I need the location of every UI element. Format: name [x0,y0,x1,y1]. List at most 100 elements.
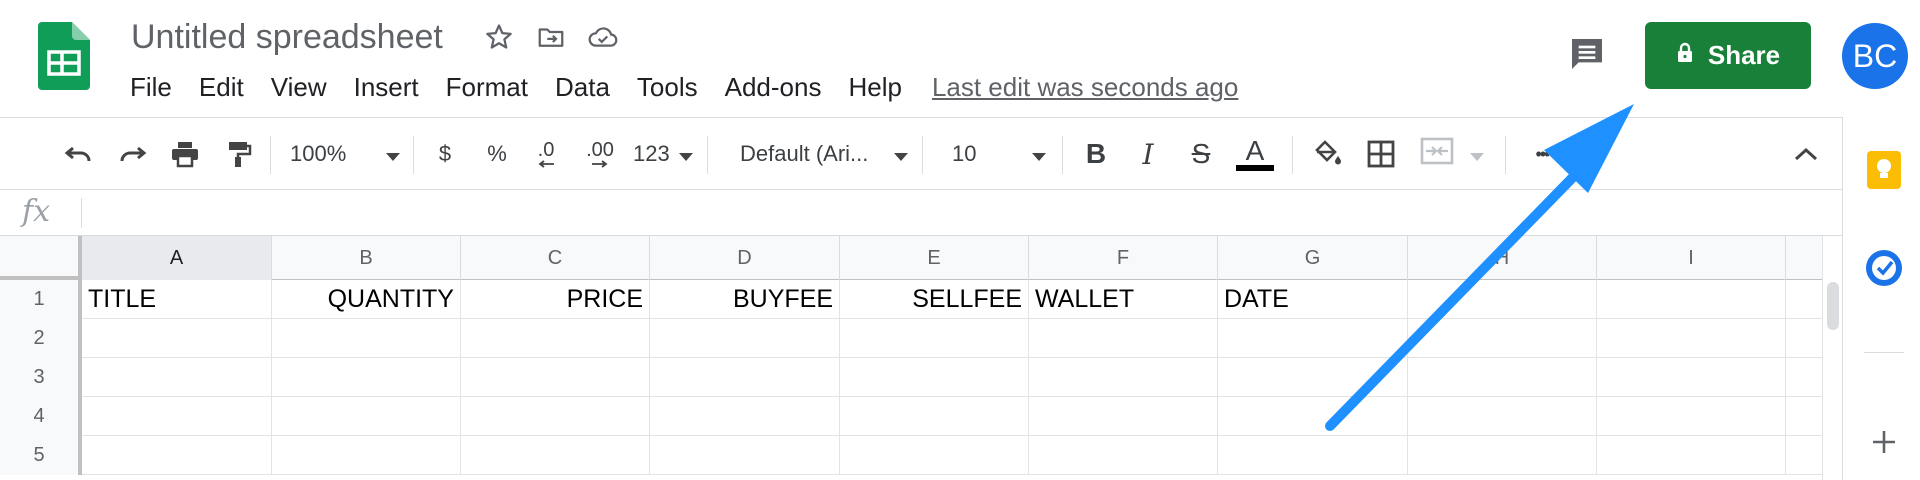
avatar[interactable]: BC [1842,23,1908,89]
cell-f1[interactable]: WALLET [1029,280,1218,319]
cell-a3[interactable] [82,358,272,397]
cell-g4[interactable] [1218,397,1408,436]
bold-button[interactable]: B [1078,136,1114,172]
row-header[interactable]: 4 [0,397,82,436]
cell-a5[interactable] [82,436,272,475]
cell-c4[interactable] [461,397,650,436]
menu-view[interactable]: View [271,70,327,105]
select-all-corner[interactable] [0,236,82,280]
column-header-c[interactable]: C [461,236,650,280]
menu-file[interactable]: File [130,70,172,105]
formula-input[interactable] [92,196,1792,230]
decrease-decimal-button[interactable]: .0 [528,136,564,172]
cell-h5[interactable] [1408,436,1597,475]
cell-g1[interactable]: DATE [1218,280,1408,319]
column-header-d[interactable]: D [650,236,840,280]
column-header-i[interactable]: I [1597,236,1786,280]
cell-e1[interactable]: SELLFEE [840,280,1029,319]
keep-icon[interactable] [1865,151,1903,189]
cell-a1[interactable]: TITLE [82,280,272,319]
cloud-saved-icon[interactable] [586,20,620,54]
cell-h2[interactable] [1408,319,1597,358]
cell-e5[interactable] [840,436,1029,475]
cell-i3[interactable] [1597,358,1786,397]
increase-decimal-button[interactable]: .00 [580,136,620,172]
text-color-button[interactable]: A [1234,136,1276,172]
redo-icon[interactable] [113,136,151,172]
zoom-select[interactable]: 100% [290,136,400,172]
comment-history-button[interactable] [1565,34,1609,78]
menu-edit[interactable]: Edit [199,70,244,105]
cell-f3[interactable] [1029,358,1218,397]
cell-h4[interactable] [1408,397,1597,436]
cell-d2[interactable] [650,319,840,358]
cell-i4[interactable] [1597,397,1786,436]
cell-g2[interactable] [1218,319,1408,358]
row-header[interactable]: 1 [0,280,82,319]
cell-e4[interactable] [840,397,1029,436]
merge-cells-button[interactable] [1420,136,1484,172]
cell-b1[interactable]: QUANTITY [272,280,461,319]
move-to-folder-icon[interactable] [534,20,568,54]
row-header[interactable]: 5 [0,436,82,475]
percent-format-button[interactable]: % [479,136,515,172]
cell-g3[interactable] [1218,358,1408,397]
add-icon[interactable] [1865,423,1903,461]
column-header-g[interactable]: G [1218,236,1408,280]
cell-b3[interactable] [272,358,461,397]
cell-c2[interactable] [461,319,650,358]
cell-f5[interactable] [1029,436,1218,475]
column-header-e[interactable]: E [840,236,1029,280]
fill-color-icon[interactable] [1309,136,1345,172]
menu-insert[interactable]: Insert [354,70,419,105]
cell-i1[interactable] [1597,280,1786,319]
vertical-scrollbar[interactable] [1822,236,1842,480]
row-header[interactable]: 3 [0,358,82,397]
column-header-b[interactable]: B [272,236,461,280]
row-header[interactable]: 2 [0,319,82,358]
scrollbar-thumb[interactable] [1827,282,1839,330]
cell-h3[interactable] [1408,358,1597,397]
cell-b5[interactable] [272,436,461,475]
cell-a4[interactable] [82,397,272,436]
cell-e2[interactable] [840,319,1029,358]
cell-a2[interactable] [82,319,272,358]
menu-data[interactable]: Data [555,70,610,105]
cell-d4[interactable] [650,397,840,436]
italic-button[interactable]: I [1130,136,1166,172]
print-icon[interactable] [166,136,204,172]
currency-format-button[interactable]: $ [427,136,463,172]
cell-i5[interactable] [1597,436,1786,475]
tasks-icon[interactable] [1865,249,1903,287]
menu-format[interactable]: Format [446,70,528,105]
more-formats-select[interactable]: 123 [633,136,693,172]
cell-e3[interactable] [840,358,1029,397]
cell-b4[interactable] [272,397,461,436]
cell-c5[interactable] [461,436,650,475]
strikethrough-button[interactable]: S [1183,136,1219,172]
document-title[interactable]: Untitled spreadsheet [131,18,443,57]
cell-f4[interactable] [1029,397,1218,436]
column-header-f[interactable]: F [1029,236,1218,280]
more-options-button[interactable]: ••• [1524,136,1560,172]
paint-format-icon[interactable] [220,136,258,172]
star-icon[interactable] [482,20,516,54]
column-header-h[interactable]: H [1408,236,1597,280]
collapse-toolbar-icon[interactable] [1788,136,1824,172]
cell-b2[interactable] [272,319,461,358]
cell-d3[interactable] [650,358,840,397]
cell-d5[interactable] [650,436,840,475]
cell-i2[interactable] [1597,319,1786,358]
font-size-select[interactable]: 10 [952,136,1046,172]
menu-tools[interactable]: Tools [637,70,698,105]
cell-g5[interactable] [1218,436,1408,475]
last-edit-link[interactable]: Last edit was seconds ago [932,72,1238,103]
borders-icon[interactable] [1363,136,1399,172]
menu-addons[interactable]: Add-ons [725,70,822,105]
cell-h1[interactable] [1408,280,1597,319]
cell-c1[interactable]: PRICE [461,280,650,319]
menu-help[interactable]: Help [848,70,901,105]
share-button[interactable]: Share [1645,22,1811,89]
cell-c3[interactable] [461,358,650,397]
column-header-a[interactable]: A [82,236,272,280]
